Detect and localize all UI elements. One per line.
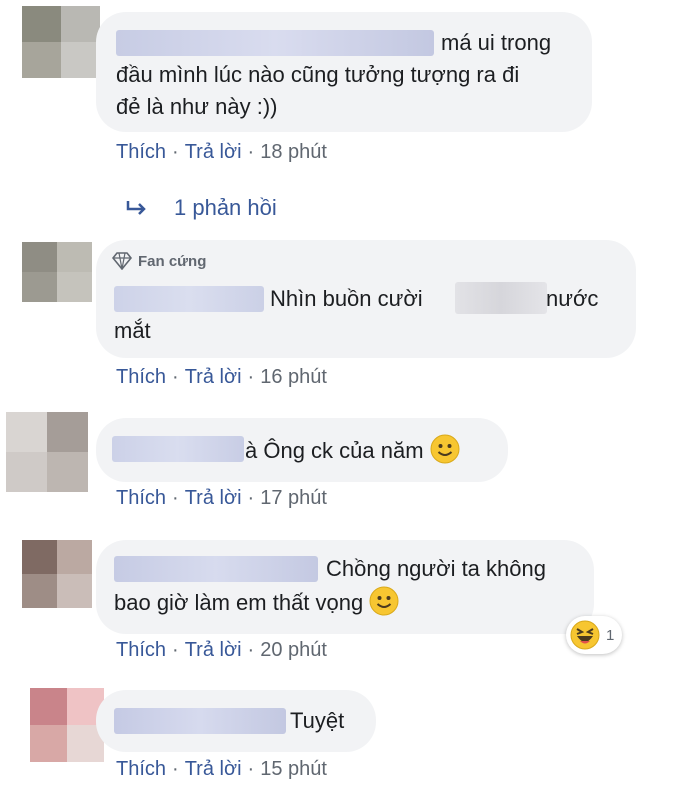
like-link[interactable]: Thích: [116, 141, 166, 163]
replies-count-label: 1 phản hồi: [174, 195, 277, 220]
comment-text: Chồng người ta không: [326, 556, 546, 581]
timestamp[interactable]: 16 phút: [260, 366, 327, 388]
timestamp[interactable]: 17 phút: [260, 487, 327, 509]
reply-link[interactable]: Trả lời: [185, 141, 242, 163]
comment-text: đầu mình lúc nào cũng tưởng tượng ra đi: [116, 62, 520, 87]
timestamp[interactable]: 15 phút: [260, 758, 327, 780]
avatar[interactable]: [22, 540, 92, 608]
comment-actions: Thích · Trả lời · 20 phút: [116, 639, 327, 661]
like-link[interactable]: Thích: [116, 639, 166, 661]
like-link[interactable]: Thích: [116, 487, 166, 509]
commenter-name-blurred[interactable]: [116, 30, 434, 56]
commenter-name-blurred[interactable]: [112, 436, 244, 462]
avatar[interactable]: [30, 688, 104, 762]
fan-badge: Fan cứng: [112, 252, 206, 270]
like-link[interactable]: Thích: [116, 366, 166, 388]
commenter-name-blurred[interactable]: [114, 556, 318, 582]
comment-text: Tuyệt: [290, 708, 345, 733]
reply-arrow-icon: [126, 201, 146, 215]
blurred-text: [455, 282, 547, 314]
comment-actions: Thích · Trả lời · 16 phút: [116, 366, 327, 388]
reaction-count: 1: [606, 626, 615, 644]
avatar[interactable]: [22, 242, 92, 302]
reply-link[interactable]: Trả lời: [185, 366, 242, 388]
commenter-name-blurred[interactable]: [114, 708, 286, 734]
smile-emoji-icon: [369, 586, 399, 616]
avatar[interactable]: [6, 412, 88, 492]
comment-text: nước: [546, 286, 599, 311]
commenter-name-blurred[interactable]: [114, 286, 264, 312]
badge-label: Fan cứng: [138, 252, 207, 270]
comment-actions: Thích · Trả lời · 15 phút: [116, 758, 327, 780]
like-link[interactable]: Thích: [116, 758, 166, 780]
comment-text: Nhìn buồn cười: [270, 286, 423, 311]
smile-emoji-icon: [430, 434, 460, 464]
timestamp[interactable]: 20 phút: [260, 639, 327, 661]
comment-text: mắt: [114, 318, 151, 343]
reply-link[interactable]: Trả lời: [185, 487, 242, 509]
comment-text: à Ông ck của năm: [245, 434, 460, 466]
diamond-icon: [112, 252, 132, 270]
reply-link[interactable]: Trả lời: [185, 639, 242, 661]
timestamp[interactable]: 18 phút: [260, 141, 327, 163]
reply-link[interactable]: Trả lời: [185, 758, 242, 780]
comment-actions: Thích · Trả lời · 18 phút: [116, 141, 327, 163]
comment-actions: Thích · Trả lời · 17 phút: [116, 487, 327, 509]
comment-text: má ui trong: [441, 30, 552, 55]
view-replies-link[interactable]: 1 phản hồi: [126, 195, 277, 221]
comment-text: đẻ là như này :)): [116, 94, 278, 119]
haha-reaction-icon: [570, 620, 600, 650]
reaction-summary[interactable]: 1: [566, 616, 623, 654]
comment-text: bao giờ làm em thất vọng: [114, 586, 399, 618]
avatar[interactable]: [22, 6, 100, 78]
